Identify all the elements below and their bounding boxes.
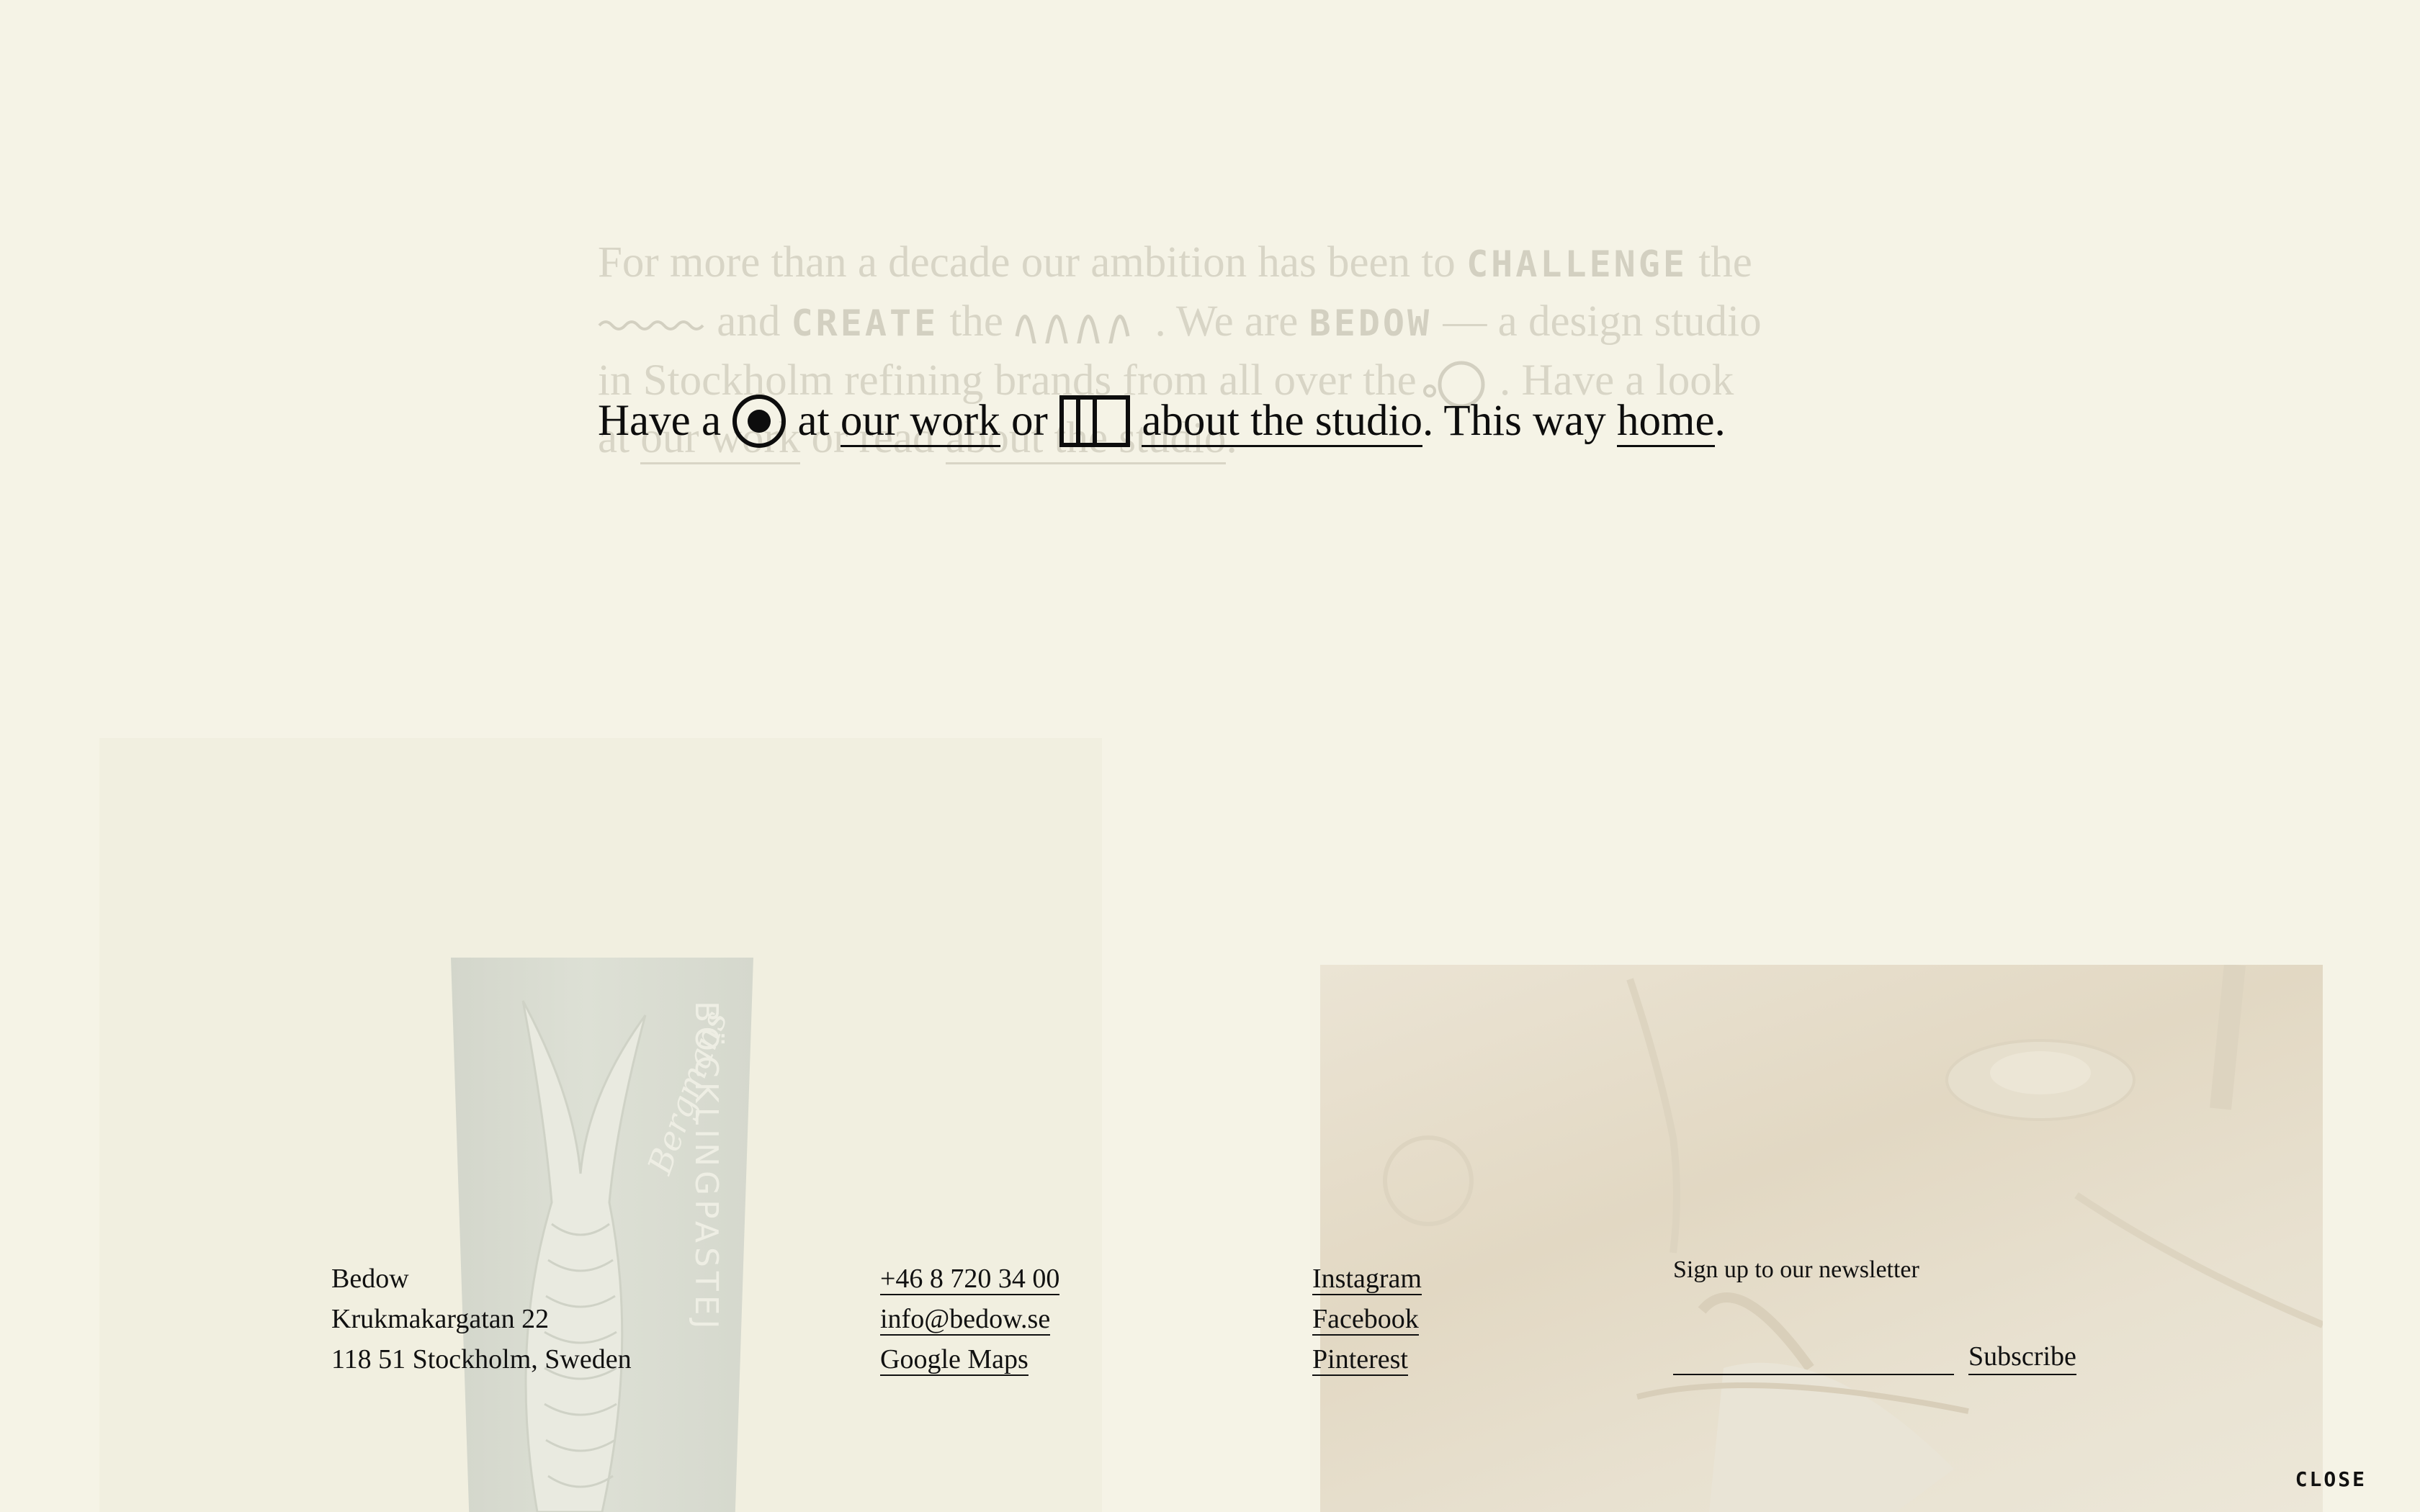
nav-text: Have a bbox=[598, 397, 722, 445]
newsletter-form: Sign up to our newsletter Subscribe bbox=[1673, 1254, 2076, 1375]
close-button[interactable]: CLOSE bbox=[2295, 1467, 2367, 1491]
nav-text: at bbox=[797, 397, 830, 445]
tube-label: BÖCKLINGPASTEJ bbox=[688, 1001, 725, 1333]
product-tube-image: Bergmans BÖCKLINGPASTEJ bbox=[451, 958, 753, 1512]
newsletter-email-input[interactable] bbox=[1673, 1339, 1954, 1375]
nav-sentence: Have a at our work or about the studio. … bbox=[598, 392, 1726, 450]
intro-text: the bbox=[949, 297, 1003, 346]
subscribe-button[interactable]: Subscribe bbox=[1968, 1339, 2076, 1375]
nav-text: . This way bbox=[1422, 397, 1606, 445]
brand-word: BEDOW bbox=[1309, 302, 1433, 344]
about-studio-link[interactable]: about the studio bbox=[1142, 397, 1423, 447]
project-image-right bbox=[1320, 965, 2323, 1512]
intro-text: For more than a decade our ambition has … bbox=[598, 238, 1456, 287]
create-word: CREATE bbox=[791, 302, 939, 344]
challenge-word: CHALLENGE bbox=[1466, 243, 1688, 285]
company-name: Bedow bbox=[331, 1264, 409, 1294]
email-link[interactable]: info@bedow.se bbox=[880, 1304, 1051, 1336]
intro-text: the bbox=[1698, 238, 1752, 287]
home-link[interactable]: home bbox=[1617, 397, 1715, 447]
table-setting-illustration bbox=[1383, 965, 2323, 1512]
address-block: Bedow Krukmakargatan 22 118 51 Stockholm… bbox=[331, 1259, 632, 1380]
social-block: Instagram Facebook Pinterest bbox=[1312, 1259, 1422, 1380]
pinterest-link[interactable]: Pinterest bbox=[1312, 1344, 1408, 1376]
intro-text: and bbox=[717, 297, 781, 346]
newsletter-label: Sign up to our newsletter bbox=[1673, 1256, 1919, 1283]
intro-text: — a design studio bbox=[1443, 297, 1762, 346]
intro-text: . We are bbox=[1155, 297, 1299, 346]
phone-link[interactable]: +46 8 720 34 00 bbox=[880, 1264, 1060, 1295]
contact-block: +46 8 720 34 00 info@bedow.se Google Map… bbox=[880, 1259, 1060, 1380]
google-maps-link[interactable]: Google Maps bbox=[880, 1344, 1028, 1376]
facebook-link[interactable]: Facebook bbox=[1312, 1304, 1419, 1336]
open-book-icon bbox=[1059, 395, 1131, 447]
city-address: 118 51 Stockholm, Sweden bbox=[331, 1344, 632, 1374]
nav-text: or bbox=[1011, 397, 1048, 445]
our-work-link[interactable]: our work bbox=[840, 397, 1000, 447]
fish-illustration-icon bbox=[521, 1000, 647, 1512]
intro-line-2: and CREATE the . We are BEDOW — a design… bbox=[598, 293, 1822, 352]
newsletter-row: Subscribe bbox=[1673, 1339, 2076, 1375]
squiggle-small-icon bbox=[598, 320, 704, 330]
nav-text: . bbox=[1714, 397, 1726, 445]
street-address: Krukmakargatan 22 bbox=[331, 1304, 550, 1334]
intro-line-1: For more than a decade our ambition has … bbox=[598, 234, 1822, 293]
eye-icon bbox=[732, 395, 786, 448]
instagram-link[interactable]: Instagram bbox=[1312, 1264, 1422, 1295]
squiggle-large-icon bbox=[1015, 315, 1130, 343]
